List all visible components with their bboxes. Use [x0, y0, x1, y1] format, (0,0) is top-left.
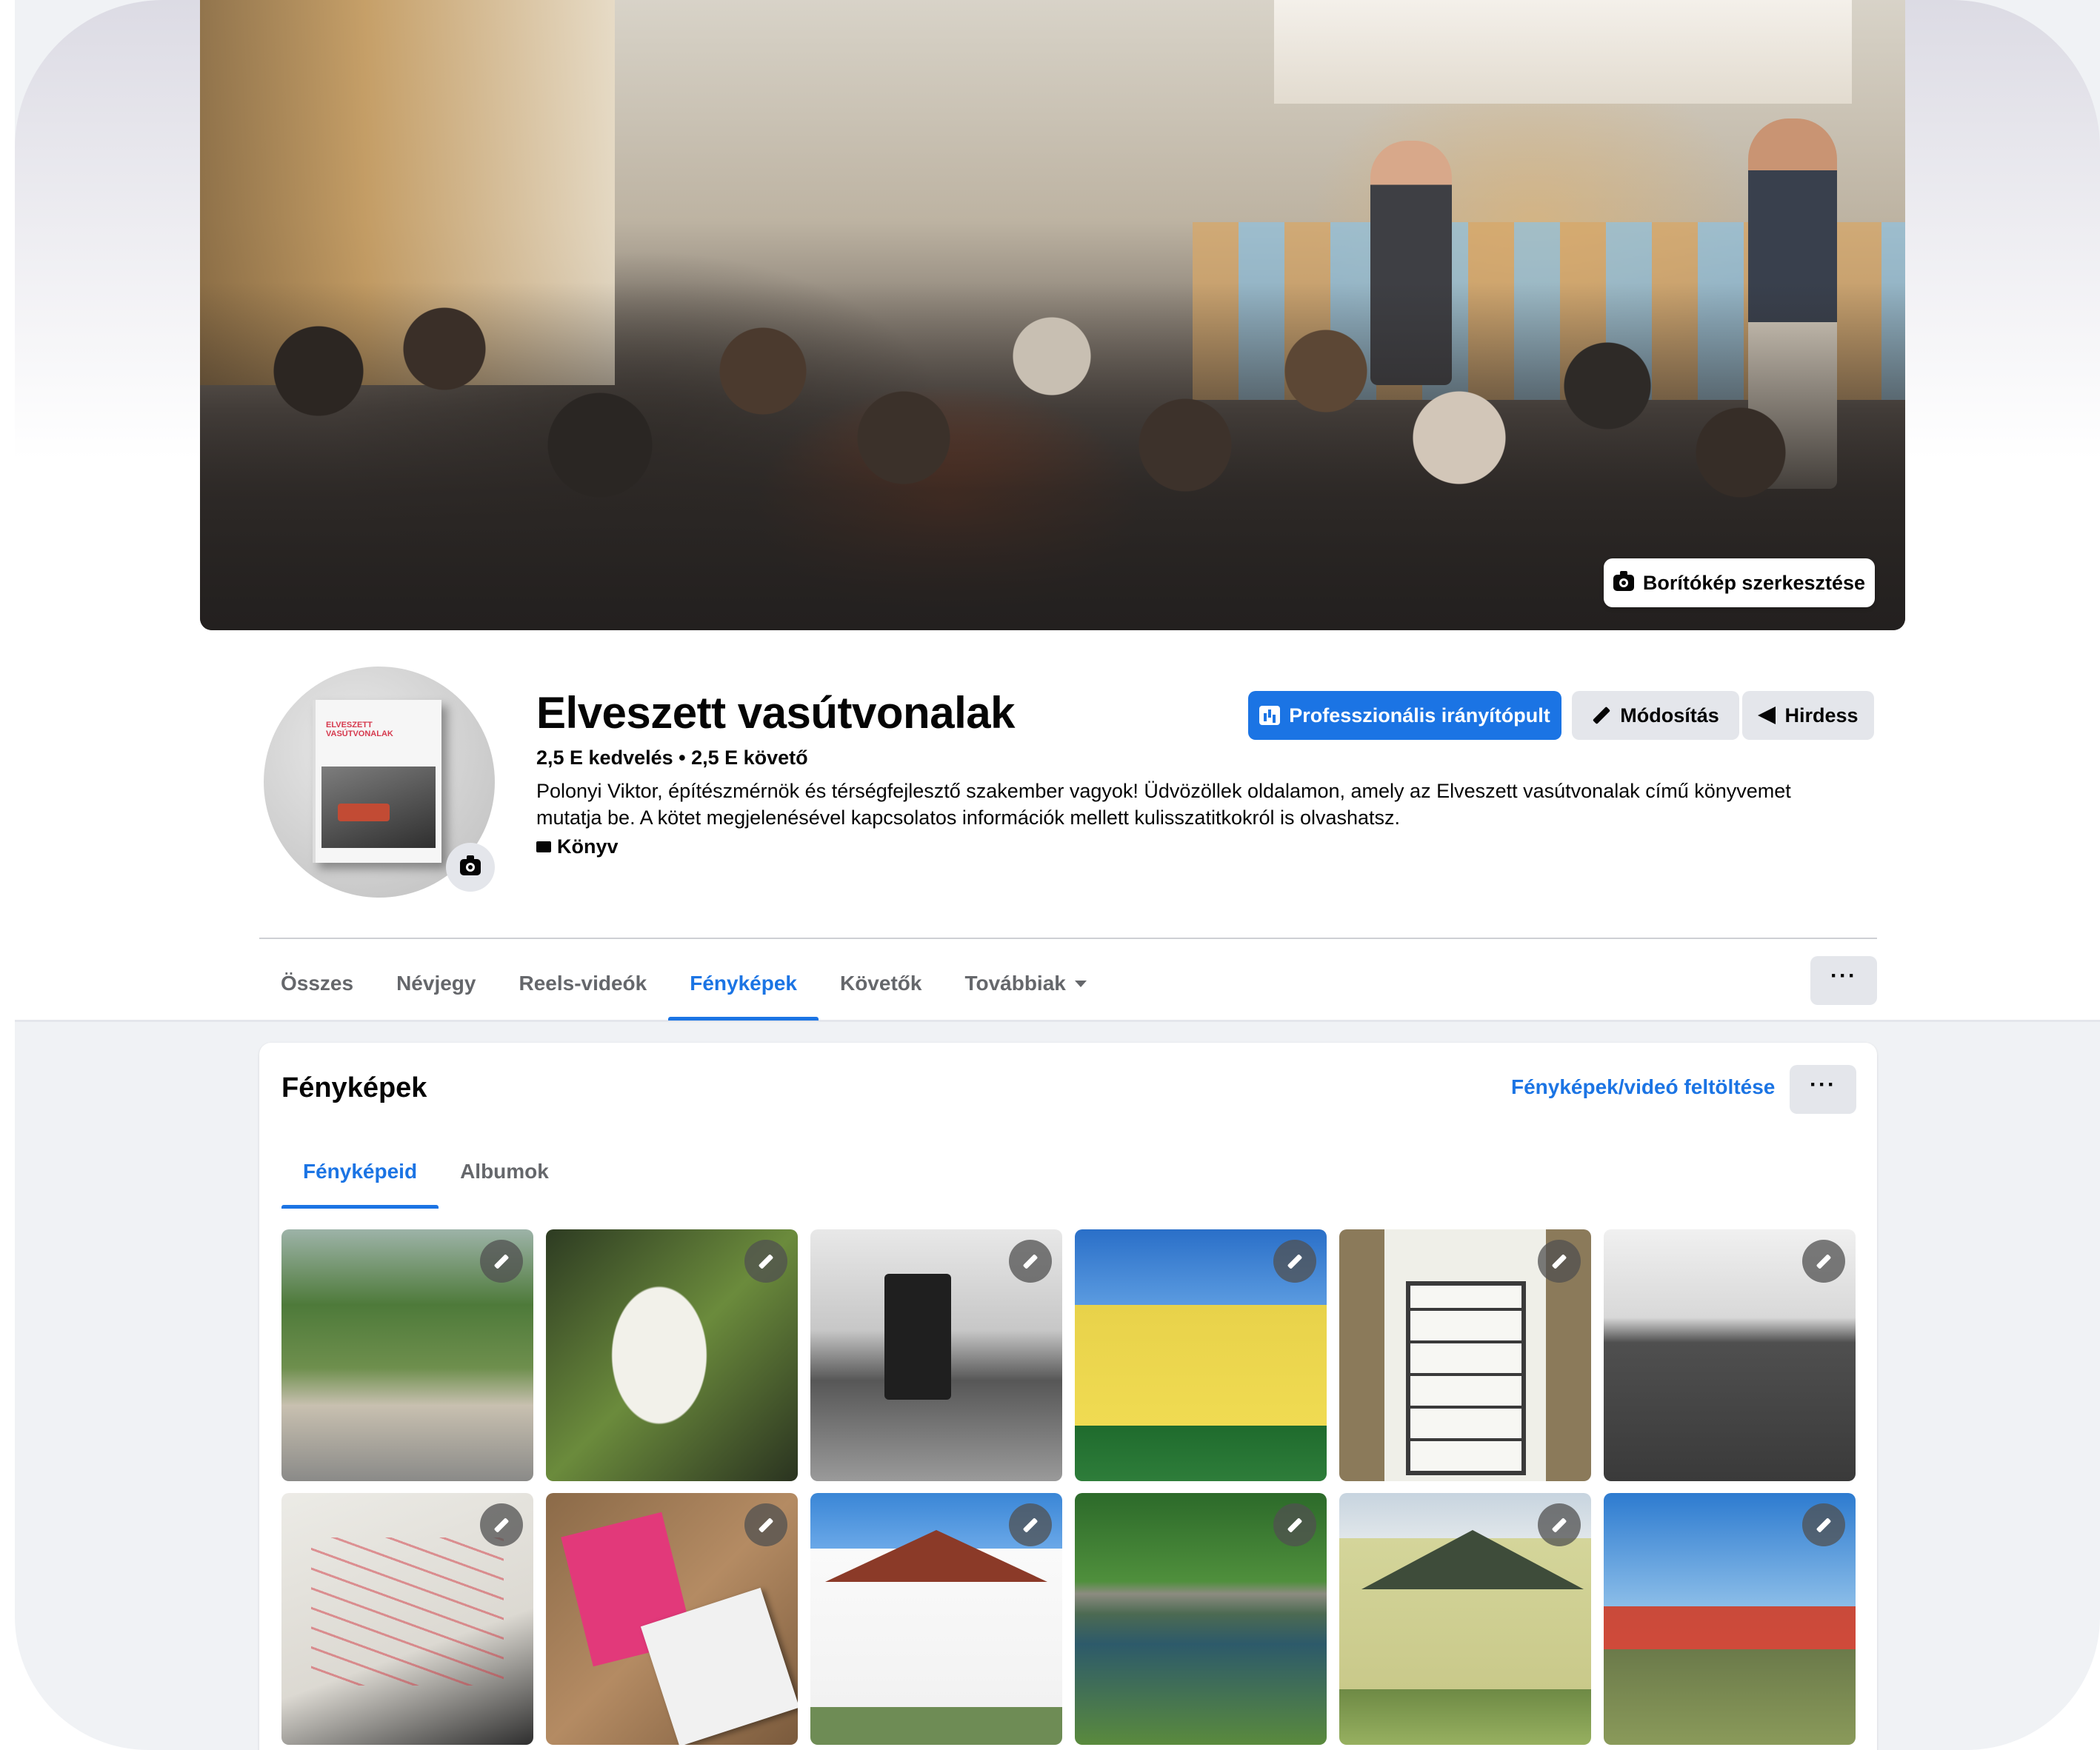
advertise-button[interactable]: Hirdess [1742, 691, 1874, 740]
browser-frame: Borítókép szerkesztése ELVESZETT VASÚTVO… [15, 0, 2100, 1750]
photos-subtabs: Fényképeid Albumok [281, 1135, 570, 1209]
dashboard-icon [1259, 706, 1281, 725]
upload-photos-link[interactable]: Fényképek/videó feltöltése [1511, 1075, 1775, 1099]
photos-title: Fényképek [281, 1072, 427, 1103]
edit-cover-button[interactable]: Borítókép szerkesztése [1604, 558, 1875, 607]
edit-page-button[interactable]: Módosítás [1572, 691, 1739, 740]
edit-photo-icon[interactable] [1538, 1240, 1581, 1283]
photo-thumbnail[interactable] [546, 1229, 798, 1481]
tab-about[interactable]: Névjegy [375, 946, 497, 1021]
edit-photo-icon[interactable] [1009, 1503, 1052, 1546]
edit-photo-icon[interactable] [1538, 1503, 1581, 1546]
photos-more-button[interactable]: ··· [1790, 1065, 1856, 1114]
professional-dashboard-button[interactable]: Professzionális irányítópult [1248, 691, 1561, 740]
edit-photo-icon[interactable] [1802, 1240, 1845, 1283]
photo-thumbnail[interactable] [1604, 1229, 1856, 1481]
more-icon: ··· [1830, 963, 1857, 988]
photos-card: Fényképek Fényképek/videó feltöltése ···… [259, 1043, 1877, 1750]
subtab-albums[interactable]: Albumok [439, 1135, 570, 1209]
photo-thumbnail[interactable] [1339, 1493, 1591, 1745]
photo-thumbnail[interactable] [1075, 1493, 1327, 1745]
change-profile-picture-button[interactable] [446, 843, 495, 892]
profile-tabs: Összes Névjegy Reels-videók Fényképek Kö… [259, 946, 1108, 1021]
edit-photo-icon[interactable] [744, 1503, 787, 1546]
edit-photo-icon[interactable] [744, 1240, 787, 1283]
photo-thumbnail[interactable] [1604, 1493, 1856, 1745]
page-bio: Polonyi Viktor, építészmérnök és térségf… [536, 780, 1791, 829]
tab-all[interactable]: Összes [259, 946, 375, 1021]
photo-thumbnail[interactable] [281, 1229, 533, 1481]
subtab-your-photos[interactable]: Fényképeid [281, 1135, 439, 1209]
tab-followers[interactable]: Követők [819, 946, 943, 1021]
category-icon [536, 841, 551, 852]
photo-thumbnail[interactable] [810, 1493, 1062, 1745]
camera-icon [460, 855, 481, 875]
edit-photo-icon[interactable] [1273, 1503, 1316, 1546]
more-icon: ··· [1810, 1072, 1836, 1097]
photo-thumbnail[interactable] [281, 1493, 533, 1745]
photo-thumbnail[interactable] [810, 1229, 1062, 1481]
megaphone-icon [1758, 707, 1776, 724]
page-stats[interactable]: 2,5 E kedvelés • 2,5 E követő [536, 747, 808, 769]
photo-thumbnail[interactable] [1339, 1229, 1591, 1481]
tab-more[interactable]: Továbbiak [943, 946, 1107, 1021]
camera-icon [1613, 571, 1634, 591]
category-label: Könyv [557, 835, 619, 858]
photo-thumbnail[interactable] [1075, 1229, 1327, 1481]
profile-more-button[interactable]: ··· [1810, 956, 1877, 1005]
pencil-icon [1593, 706, 1611, 725]
tab-photos[interactable]: Fényképek [668, 946, 819, 1021]
edit-photo-icon[interactable] [1009, 1240, 1052, 1283]
book-cover-image: ELVESZETT VASÚTVONALAK [313, 700, 441, 863]
edit-photo-icon[interactable] [480, 1503, 523, 1546]
photo-thumbnail[interactable] [546, 1493, 798, 1745]
page-title: Elveszett vasútvonalak [536, 688, 1015, 738]
edit-cover-label: Borítókép szerkesztése [1642, 571, 1866, 594]
header-divider [259, 938, 1877, 939]
caret-down-icon [1074, 980, 1087, 987]
book-title: ELVESZETT VASÚTVONALAK [326, 721, 393, 738]
page-category: Könyv [536, 835, 619, 858]
tab-reels[interactable]: Reels-videók [497, 946, 668, 1021]
cover-photo[interactable]: Borítókép szerkesztése [200, 0, 1905, 630]
edit-photo-icon[interactable] [1802, 1503, 1845, 1546]
edit-photo-icon[interactable] [480, 1240, 523, 1283]
edit-photo-icon[interactable] [1273, 1240, 1316, 1283]
photo-grid [281, 1229, 1856, 1745]
